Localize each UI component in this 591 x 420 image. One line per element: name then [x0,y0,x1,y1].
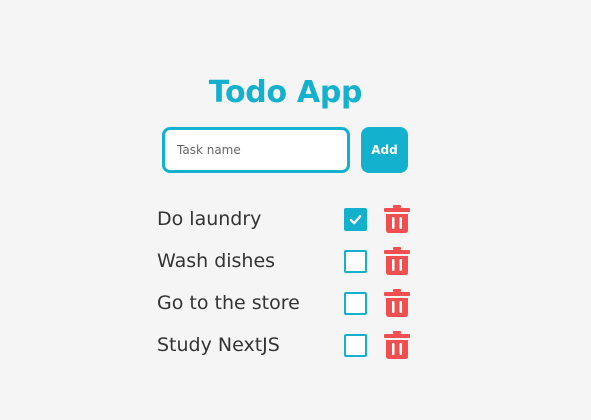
trash-icon [384,247,410,275]
todo-item: Study NextJS [157,325,427,367]
todo-text: Go to the store [157,292,300,314]
todo-text: Do laundry [157,208,262,230]
todo-list: Do laundry Wash dishes Go to the store S… [157,199,427,367]
add-button[interactable]: Add [361,127,408,173]
todo-app: Todo App Add Do laundry [0,0,591,420]
todo-item: Go to the store [157,283,427,325]
todo-checkbox[interactable] [344,334,367,357]
todo-item: Do laundry [157,199,427,241]
add-task-form: Add [162,127,410,173]
page-title: Todo App [208,75,363,111]
todo-item: Wash dishes [157,241,427,283]
trash-icon [384,331,410,359]
todo-text: Wash dishes [157,250,276,272]
task-name-input[interactable] [162,127,350,173]
todo-text: Study NextJS [157,334,280,356]
delete-button[interactable] [383,204,411,234]
trash-icon [384,289,410,317]
delete-button[interactable] [383,330,411,360]
check-icon [349,215,362,225]
todo-checkbox[interactable] [344,250,367,273]
todo-checkbox[interactable] [344,208,367,231]
delete-button[interactable] [383,246,411,276]
trash-icon [384,205,410,233]
todo-checkbox[interactable] [344,292,367,315]
delete-button[interactable] [383,288,411,318]
